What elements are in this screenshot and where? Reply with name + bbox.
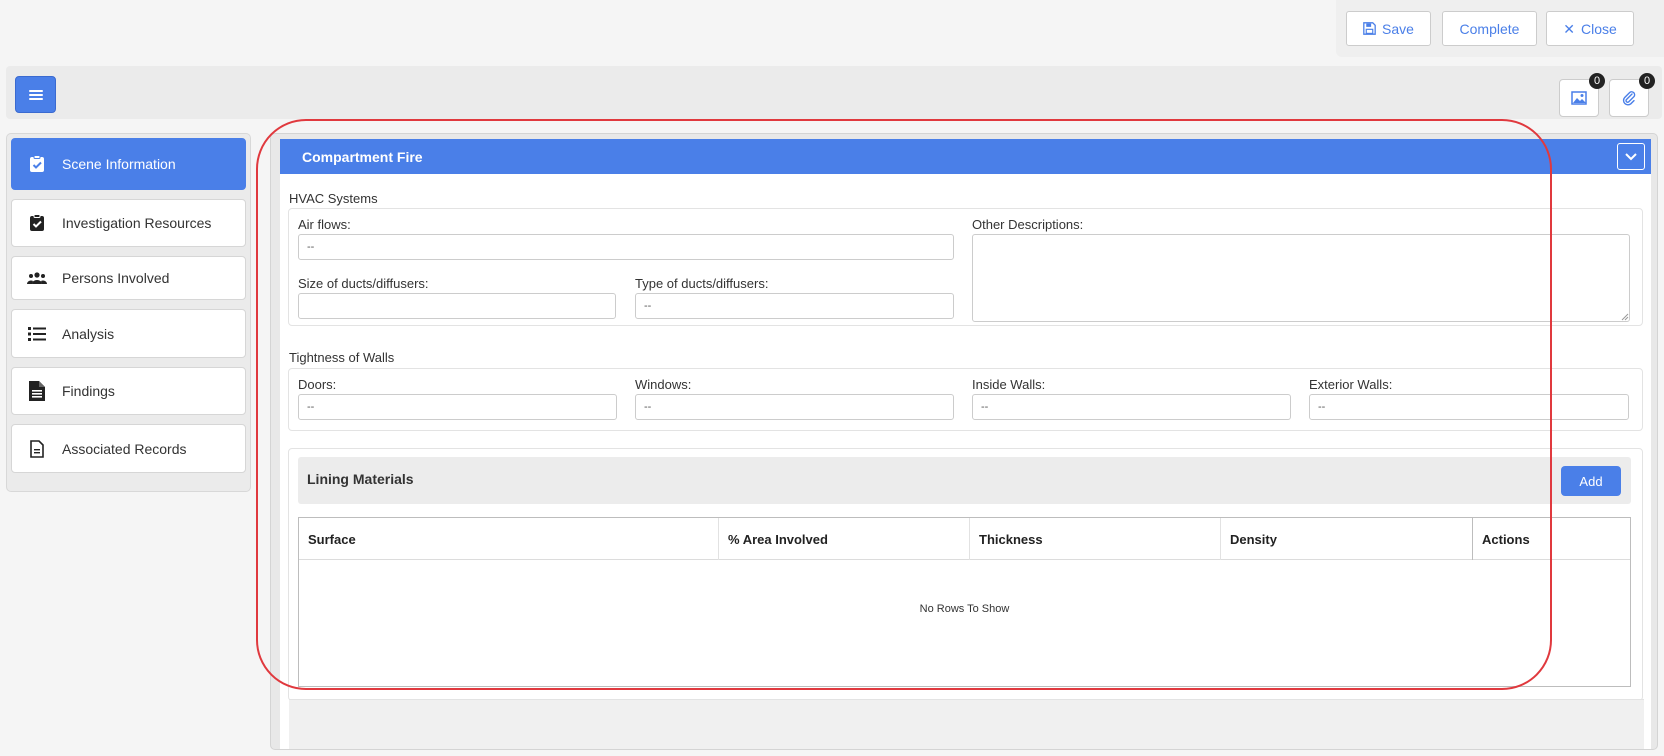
add-lining-button[interactable]: Add xyxy=(1561,466,1621,496)
close-label: Close xyxy=(1580,20,1617,37)
file-text-icon xyxy=(26,381,48,401)
size-of-ducts-label: Size of ducts/diffusers: xyxy=(298,276,429,291)
column-header-area-involved[interactable]: % Area Involved xyxy=(719,518,970,560)
hvac-fieldset: Air flows: -- Size of ducts/diffusers: T… xyxy=(288,208,1643,326)
users-icon xyxy=(26,272,48,284)
sidebar-item-persons-involved[interactable]: Persons Involved xyxy=(11,256,246,300)
other-descriptions-label: Other Descriptions: xyxy=(972,217,1084,232)
lining-materials-bar: Lining Materials Add xyxy=(298,457,1631,504)
inside-walls-label: Inside Walls: xyxy=(972,377,1046,392)
air-flows-input[interactable]: -- xyxy=(298,234,954,260)
size-of-ducts-input[interactable] xyxy=(298,293,616,319)
sidebar-item-label: Investigation Resources xyxy=(62,215,212,231)
file-icon xyxy=(26,439,48,458)
hvac-systems-title: HVAC Systems xyxy=(289,191,378,206)
compartment-fire-section: Compartment Fire HVAC Systems Air flows:… xyxy=(280,139,1651,749)
walls-fieldset: Doors: -- Windows: -- Inside Walls: -- E… xyxy=(288,368,1643,431)
images-count-badge: 0 xyxy=(1589,73,1605,89)
section-header[interactable]: Compartment Fire xyxy=(280,139,1651,174)
close-icon: ✕ xyxy=(1563,20,1575,37)
type-of-ducts-input[interactable]: -- xyxy=(635,293,954,319)
doors-input[interactable]: -- xyxy=(298,394,617,420)
attachments-button[interactable]: 0 xyxy=(1609,73,1655,117)
column-header-surface[interactable]: Surface xyxy=(299,518,719,560)
next-section-stub xyxy=(289,699,1644,749)
images-button[interactable]: 0 xyxy=(1559,73,1605,117)
sidebar-item-label: Persons Involved xyxy=(62,270,170,286)
save-label: Save xyxy=(1382,20,1414,37)
air-flows-label: Air flows: xyxy=(298,217,351,232)
main-panel: Compartment Fire HVAC Systems Air flows:… xyxy=(270,133,1658,750)
resize-grip-icon[interactable] xyxy=(1621,313,1629,321)
sidebar-item-investigation-resources[interactable]: Investigation Resources xyxy=(11,199,246,247)
grid-header: Surface % Area Involved Thickness Densit… xyxy=(299,518,1630,560)
column-header-actions: Actions xyxy=(1482,531,1530,547)
section-title: Compartment Fire xyxy=(302,148,423,165)
chevron-down-icon xyxy=(1625,152,1637,160)
column-header-density[interactable]: Density xyxy=(1221,518,1473,560)
no-rows-message: No Rows To Show xyxy=(919,603,1010,615)
doors-label: Doors: xyxy=(298,377,337,392)
close-button[interactable]: ✕ Close xyxy=(1546,11,1634,46)
save-button[interactable]: Save xyxy=(1346,11,1431,46)
sidebar-item-label: Associated Records xyxy=(62,440,187,457)
windows-input[interactable]: -- xyxy=(635,394,954,420)
windows-label: Windows: xyxy=(635,377,692,392)
clipboard-check-icon xyxy=(26,155,48,173)
save-icon xyxy=(1363,22,1376,35)
top-action-bar: Save Complete ✕ Close xyxy=(1336,0,1664,57)
lining-materials-fieldset: Lining Materials Add Surface % Area Invo… xyxy=(288,448,1643,701)
tightness-of-walls-title: Tightness of Walls xyxy=(289,350,395,365)
exterior-walls-input[interactable]: -- xyxy=(1309,394,1629,420)
lining-materials-grid: Surface % Area Involved Thickness Densit… xyxy=(298,517,1631,687)
lining-materials-title: Lining Materials xyxy=(307,471,414,487)
attachments-count-badge: 0 xyxy=(1639,73,1655,89)
sidebar-item-associated-records[interactable]: Associated Records xyxy=(11,424,246,473)
menu-button[interactable] xyxy=(15,76,56,113)
list-icon xyxy=(26,326,48,341)
complete-button[interactable]: Complete xyxy=(1442,11,1537,46)
sidebar-item-scene-information[interactable]: Scene Information xyxy=(11,138,246,190)
exterior-walls-label: Exterior Walls: xyxy=(1309,377,1393,392)
sidebar-item-findings[interactable]: Findings xyxy=(11,367,246,415)
inside-walls-input[interactable]: -- xyxy=(972,394,1291,420)
complete-label: Complete xyxy=(1459,20,1520,37)
sidebar-item-label: Analysis xyxy=(62,325,115,342)
sidebar: Scene Information Investigation Resource… xyxy=(6,133,251,492)
sidebar-item-analysis[interactable]: Analysis xyxy=(11,309,246,358)
paperclip-icon xyxy=(1622,91,1636,106)
collapse-button[interactable] xyxy=(1617,143,1645,170)
column-header-thickness[interactable]: Thickness xyxy=(970,518,1221,560)
sidebar-item-label: Scene Information xyxy=(62,156,176,172)
sidebar-item-label: Findings xyxy=(62,383,115,399)
toolbar: 0 0 xyxy=(6,66,1662,119)
image-icon xyxy=(1571,91,1587,105)
clipboard-check-icon xyxy=(26,214,48,232)
other-descriptions-textarea[interactable] xyxy=(972,234,1630,322)
type-of-ducts-label: Type of ducts/diffusers: xyxy=(635,276,769,291)
hamburger-icon xyxy=(28,89,43,100)
